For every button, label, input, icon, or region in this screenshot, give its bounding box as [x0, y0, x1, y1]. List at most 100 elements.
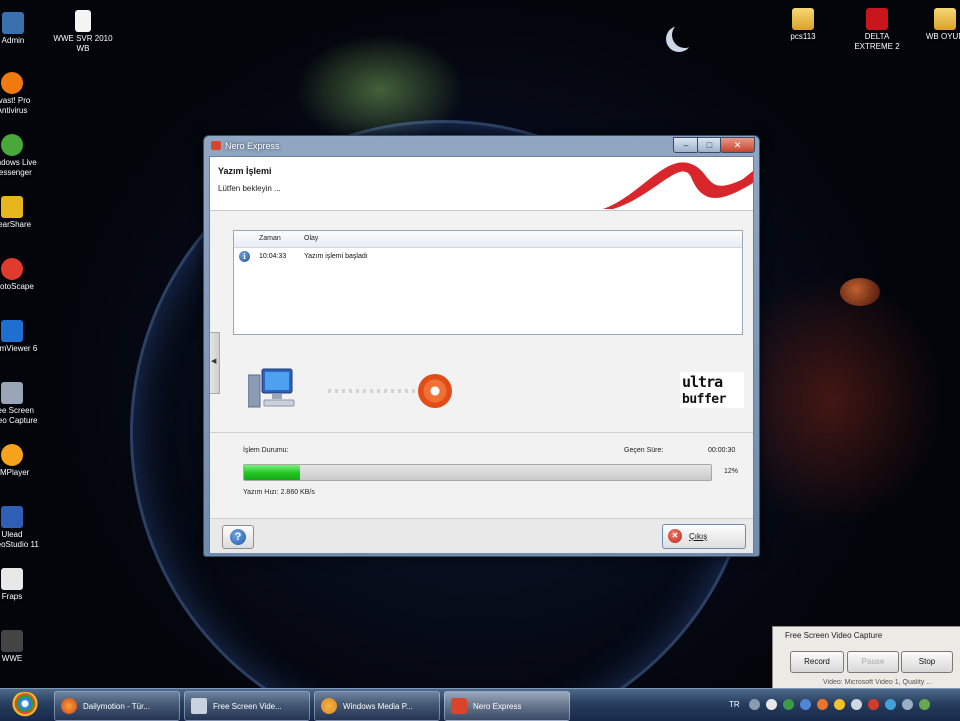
- firefox-icon: [61, 698, 77, 714]
- log-row-event: Yazım işlemi başladı: [304, 253, 368, 260]
- header-subtitle: Lütfen bekleyin ...: [218, 184, 281, 193]
- delta-extreme-icon: [866, 8, 888, 30]
- desktop-icon-delta-extreme[interactable]: DELTA EXTREME 2: [842, 8, 912, 52]
- log-row-time: 10:04:33: [259, 253, 287, 260]
- nero-express-window[interactable]: Nero Express – □ ✕ Yazım İşlemi Lütfen b…: [203, 135, 760, 557]
- burn-animation: ultra buffer: [240, 362, 744, 422]
- desktop-icon-avast[interactable]: Avast! Pro Antivirus: [0, 72, 46, 116]
- log-row[interactable]: i 10:04:33 Yazım işlemi başladı: [234, 250, 742, 264]
- messenger-icon: [1, 134, 23, 156]
- screen-capture-icon: [191, 698, 207, 714]
- wizard-footer: ? ✕ Çıkış: [210, 518, 753, 553]
- exit-icon: ✕: [668, 529, 682, 543]
- elapsed-time-label: Geçen Süre:: [624, 447, 664, 454]
- taskbar-item-dailymotion[interactable]: Dailymotion - Tür...: [54, 691, 180, 721]
- wizard-header: Yazım İşlemi Lütfen bekleyin ...: [210, 157, 753, 211]
- minimize-button[interactable]: –: [673, 137, 699, 153]
- progress-fill: [244, 465, 301, 480]
- fraps-icon: [1, 568, 23, 590]
- tray-network-icon[interactable]: [783, 699, 794, 710]
- svg-text:buffer: buffer: [682, 392, 727, 407]
- nero-app-icon: [451, 698, 467, 714]
- window-client-area: Yazım İşlemi Lütfen bekleyin ... Zaman O…: [209, 156, 754, 553]
- screen-capture-panel[interactable]: Free Screen Video Capture Record Pause S…: [772, 626, 960, 690]
- maximize-button[interactable]: □: [697, 137, 722, 153]
- tray-avast-icon[interactable]: [817, 699, 828, 710]
- operation-status-label: İşlem Durumu:: [243, 447, 289, 454]
- help-button[interactable]: ?: [222, 525, 254, 549]
- tray-warning-icon[interactable]: [834, 699, 845, 710]
- stop-button[interactable]: Stop: [901, 651, 953, 673]
- elapsed-time-value: 00:00:30: [708, 447, 736, 454]
- window-title: Nero Express: [225, 141, 280, 151]
- desktop-icon-pcs113[interactable]: pcs113: [768, 8, 838, 42]
- desktop-icon-teamviewer[interactable]: TeamViewer 6: [0, 320, 46, 354]
- desktop-icon-bearshare[interactable]: BearShare: [0, 196, 46, 230]
- folder-icon: [934, 8, 956, 30]
- record-button[interactable]: Record: [790, 651, 844, 673]
- chevron-left-icon: ◀: [211, 358, 217, 365]
- tray-battery-icon[interactable]: [919, 699, 930, 710]
- event-log-list[interactable]: Zaman Olay i 10:04:33 Yazım işlemi başla…: [233, 230, 743, 335]
- ultrabuffer-logo: ultra buffer: [680, 372, 744, 408]
- system-tray: TR: [725, 689, 960, 721]
- disc-icon: [418, 374, 452, 408]
- document-icon: [75, 10, 91, 32]
- wwe-icon: [1, 630, 23, 652]
- screen-capture-icon: [1, 382, 23, 404]
- help-icon: ?: [230, 529, 246, 545]
- desktop-icon-wb-oyun[interactable]: WB OYUN: [910, 8, 960, 42]
- tray-messenger-icon[interactable]: [800, 699, 811, 710]
- tray-capture-icon[interactable]: [868, 699, 879, 710]
- desktop-icon-wwe-svr[interactable]: WWE SVR 2010 WB: [48, 10, 118, 54]
- column-event[interactable]: Olay: [304, 235, 318, 242]
- media-player-icon: [321, 698, 337, 714]
- desktop-icon-photoscape[interactable]: PhotoScape: [0, 258, 46, 292]
- kmplayer-icon: [1, 444, 23, 466]
- desktop-icon-messenger[interactable]: Windows Live Messenger: [0, 134, 46, 178]
- user-folder-icon: [2, 12, 24, 34]
- teamviewer-icon: [1, 320, 23, 342]
- taskbar-item-screen-capture[interactable]: Free Screen Vide...: [184, 691, 310, 721]
- capture-status: Video: Microsoft Video 1, Quality ...: [823, 679, 933, 686]
- moon-wallpaper: [672, 22, 698, 48]
- taskbar-item-media-player[interactable]: Windows Media P...: [314, 691, 440, 721]
- tray-volume-icon[interactable]: [851, 699, 862, 710]
- desktop-icon-admin[interactable]: Admin: [0, 12, 48, 46]
- exit-button-label: Çıkış: [689, 532, 708, 541]
- tray-arrow-icon[interactable]: [749, 699, 760, 710]
- photoscape-icon: [1, 258, 23, 280]
- close-button[interactable]: ✕: [720, 137, 755, 153]
- desktop-icon-wwe[interactable]: WWE: [0, 630, 46, 664]
- language-indicator[interactable]: TR: [729, 700, 740, 709]
- taskbar-item-nero[interactable]: Nero Express: [444, 691, 570, 721]
- tray-app-icon[interactable]: [766, 699, 777, 710]
- transfer-dots: [328, 389, 428, 393]
- bearshare-icon: [1, 196, 23, 218]
- burn-progress-bar: [243, 464, 712, 481]
- computer-icon: [248, 368, 295, 408]
- avast-icon: [1, 72, 23, 94]
- desktop-icon-screen-capture[interactable]: Free Screen Video Capture: [0, 382, 46, 426]
- pause-button[interactable]: Pause: [847, 651, 899, 673]
- nero-app-icon: [211, 141, 221, 150]
- svg-text:ultra: ultra: [682, 373, 723, 391]
- title-bar[interactable]: Nero Express – □ ✕: [204, 136, 759, 156]
- exit-button[interactable]: ✕ Çıkış: [662, 524, 746, 549]
- info-icon: i: [239, 251, 250, 262]
- tray-flag-icon[interactable]: [902, 699, 913, 710]
- capture-panel-title: Free Screen Video Capture: [785, 631, 883, 640]
- desktop-icon-fraps[interactable]: Fraps: [0, 568, 46, 602]
- expand-panel-tab[interactable]: ◀: [210, 332, 220, 394]
- desktop-icon-ulead[interactable]: Ulead VideoStudio 11: [0, 506, 46, 550]
- log-header: Zaman Olay: [234, 231, 742, 248]
- start-button[interactable]: [8, 692, 42, 718]
- write-speed: Yazım Hızı: 2.860 KB/s: [243, 489, 315, 496]
- taskbar: Dailymotion - Tür... Free Screen Vide...…: [0, 688, 960, 721]
- tray-teamviewer-icon[interactable]: [885, 699, 896, 710]
- red-planet-wallpaper: [840, 278, 880, 306]
- folder-icon: [792, 8, 814, 30]
- ulead-icon: [1, 506, 23, 528]
- column-time[interactable]: Zaman: [259, 235, 281, 242]
- desktop-icon-kmplayer[interactable]: KMPlayer: [0, 444, 46, 478]
